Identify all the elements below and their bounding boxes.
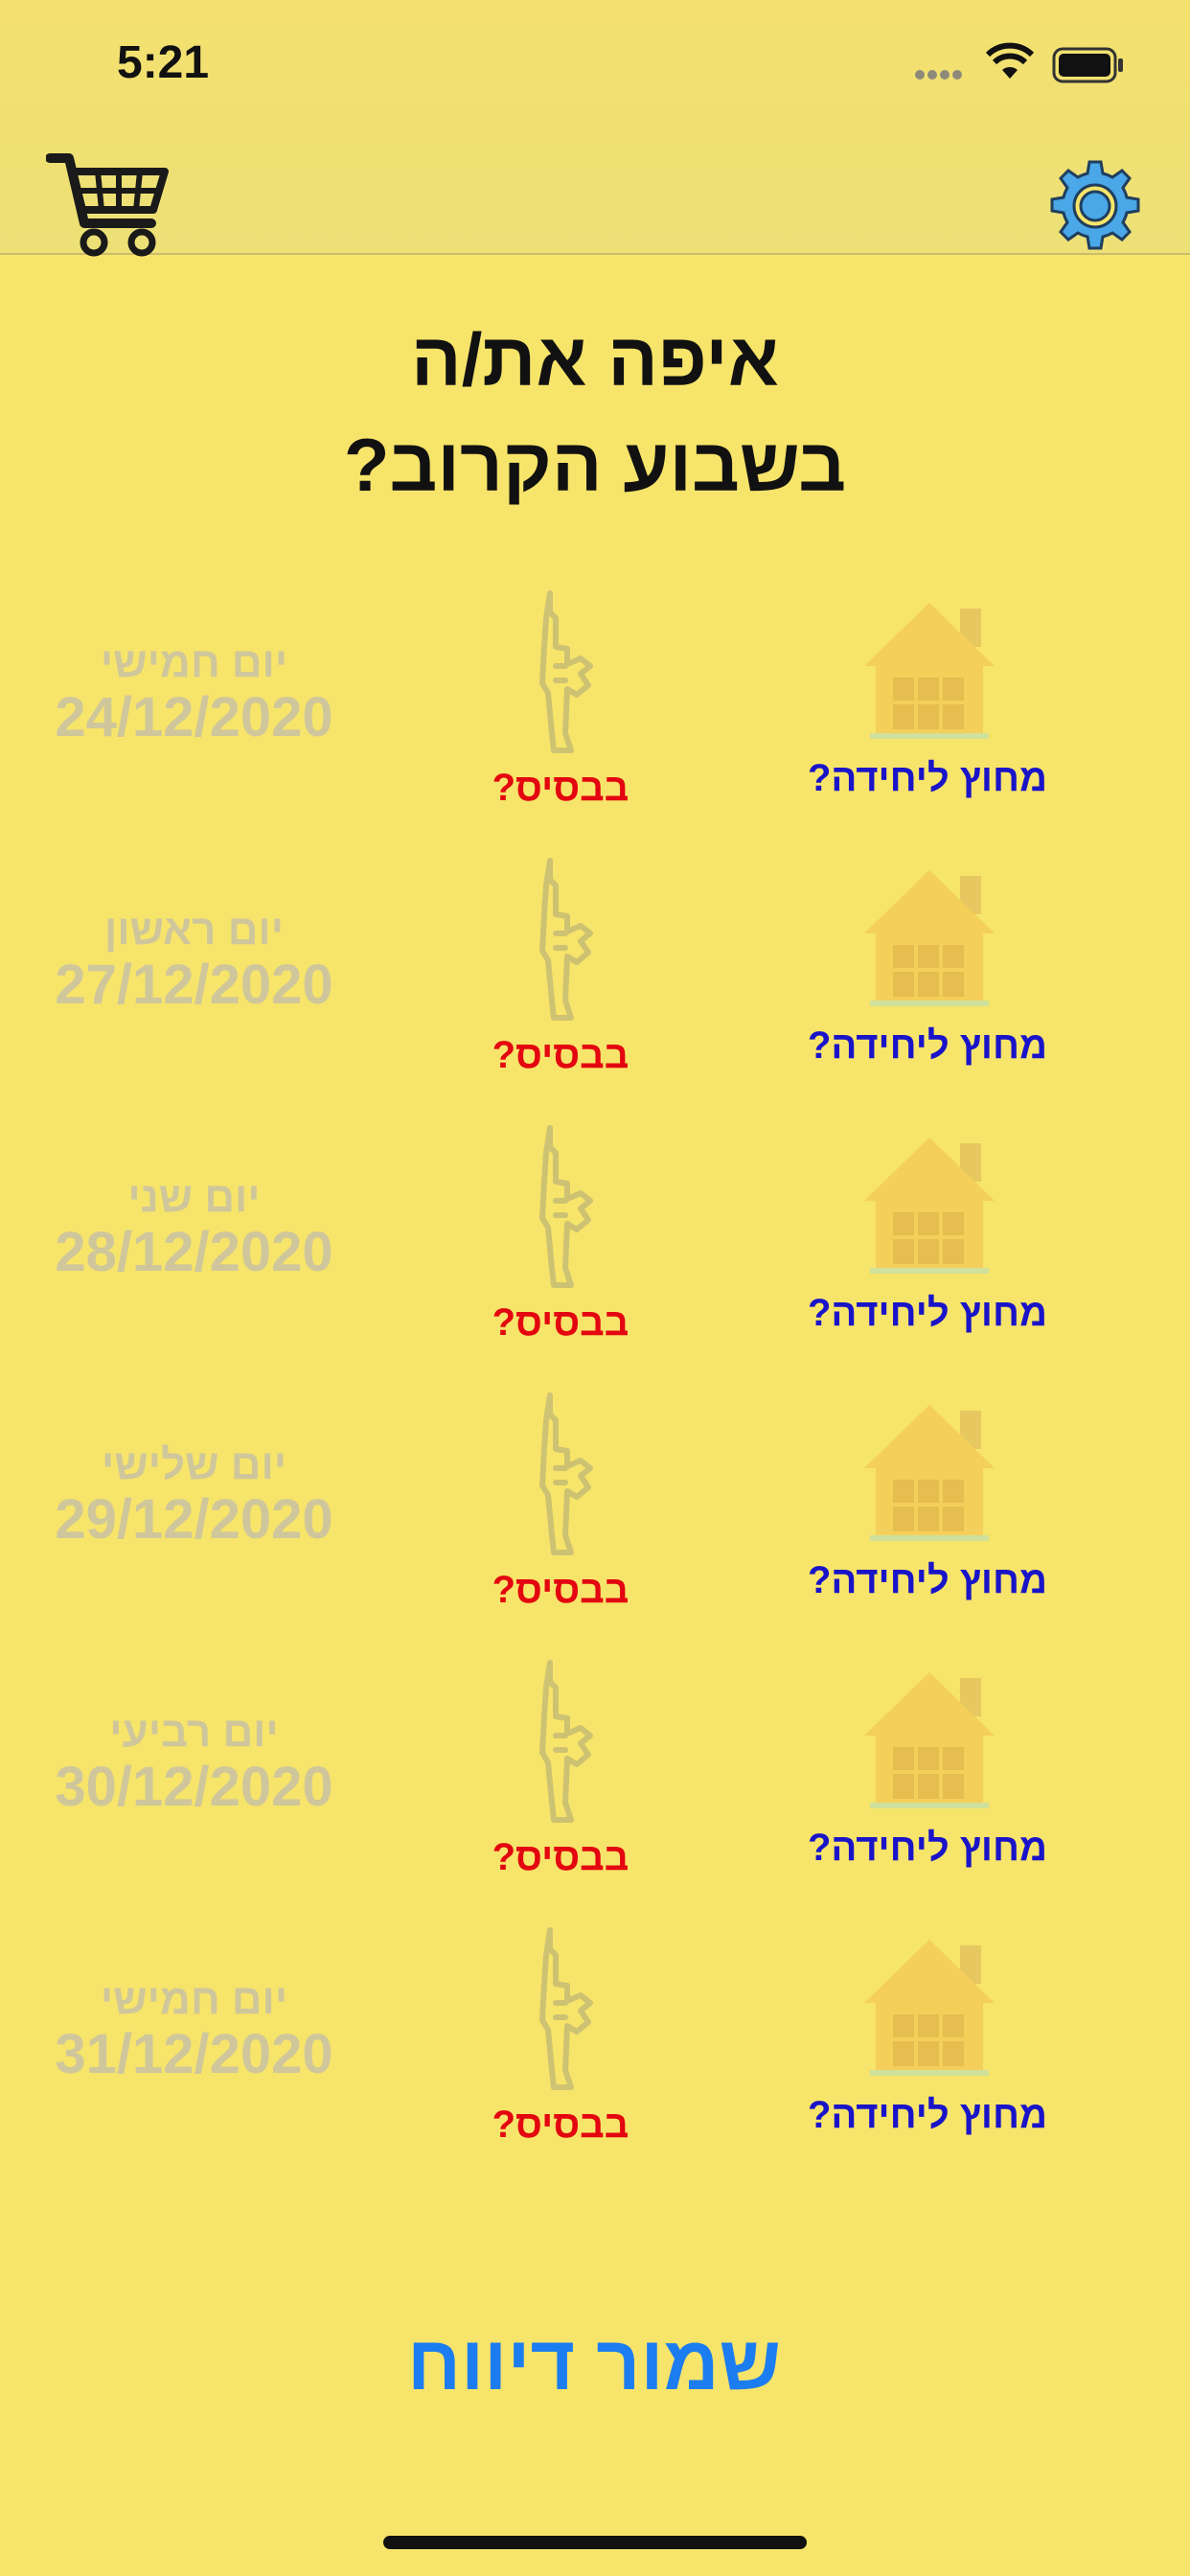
day-date: 24/12/2020 [55,686,333,748]
house-icon[interactable] [853,1392,1006,1559]
outside-unit-option[interactable]: מחוץ ליחידה? [803,757,1052,800]
outside-unit-option[interactable]: מחוץ ליחידה? [803,1827,1052,1870]
page-title-line1: איפה את/ה [411,317,779,402]
outside-unit-option[interactable]: מחוץ ליחידה? [803,1024,1052,1068]
day-date: 28/12/2020 [55,1221,333,1283]
day-date: 30/12/2020 [55,1756,333,1818]
day-name: יום ראשון [104,907,284,954]
day-row: יום חמישי 31/12/2020 בבסיס? מחוץ ליחידה? [0,1926,1190,2195]
outside-unit-option[interactable]: מחוץ ליחידה? [803,1559,1052,1602]
cart-icon[interactable] [46,149,171,259]
house-icon[interactable] [853,857,1006,1024]
day-name: יום שני [127,1174,261,1221]
house-icon[interactable] [853,1926,1006,2094]
rifle-icon[interactable] [529,857,606,1029]
at-base-option[interactable]: בבסיס? [469,1034,652,1077]
gear-icon[interactable] [1047,158,1143,254]
outside-unit-option[interactable]: מחוץ ליחידה? [803,2094,1052,2137]
at-base-option[interactable]: בבסיס? [469,2104,652,2147]
day-row: יום ראשון 27/12/2020 בבסיס? מחוץ ליחידה? [0,857,1190,1125]
page-title-line2: בשבוע הקרוב? [343,423,847,507]
at-base-option[interactable]: בבסיס? [469,1836,652,1879]
day-name: יום חמישי [100,1976,288,2023]
home-indicator [383,2536,807,2549]
at-base-option[interactable]: בבסיס? [469,767,652,810]
day-name: יום שלישי [101,1441,287,1488]
rifle-icon[interactable] [529,1124,606,1297]
day-row: יום שני 28/12/2020 בבסיס? מחוץ ליחידה? [0,1124,1190,1392]
rifle-icon[interactable] [529,1659,606,1831]
outside-unit-option[interactable]: מחוץ ליחידה? [803,1292,1052,1335]
at-base-option[interactable]: בבסיס? [469,1569,652,1612]
house-icon[interactable] [853,1124,1006,1292]
page-title: איפה את/ה בשבוע הקרוב? [0,307,1190,518]
rifle-icon[interactable] [529,1392,606,1564]
day-date: 27/12/2020 [55,954,333,1016]
save-report-button[interactable]: שמור דיווח [307,2319,881,2407]
rifle-icon[interactable] [529,589,606,762]
rifle-icon[interactable] [529,1926,606,2099]
wifi-icon [985,42,1035,79]
day-row: יום שלישי 29/12/2020 בבסיס? מחוץ ליחידה? [0,1392,1190,1660]
house-icon[interactable] [853,589,1006,757]
day-row: יום רביעי 30/12/2020 בבסיס? מחוץ ליחידה? [0,1659,1190,1927]
battery-icon [1052,47,1123,83]
day-name: יום חמישי [100,639,288,686]
day-row: יום חמישי 24/12/2020 בבסיס? מחוץ ליחידה? [0,589,1190,858]
status-bar: 5:21 [0,0,1190,134]
day-date: 29/12/2020 [55,1488,333,1551]
day-name: יום רביעי [109,1709,279,1756]
house-icon[interactable] [853,1659,1006,1827]
status-time: 5:21 [117,37,210,88]
day-date: 31/12/2020 [55,2023,333,2085]
signal-icon [915,67,965,84]
at-base-option[interactable]: בבסיס? [469,1301,652,1345]
